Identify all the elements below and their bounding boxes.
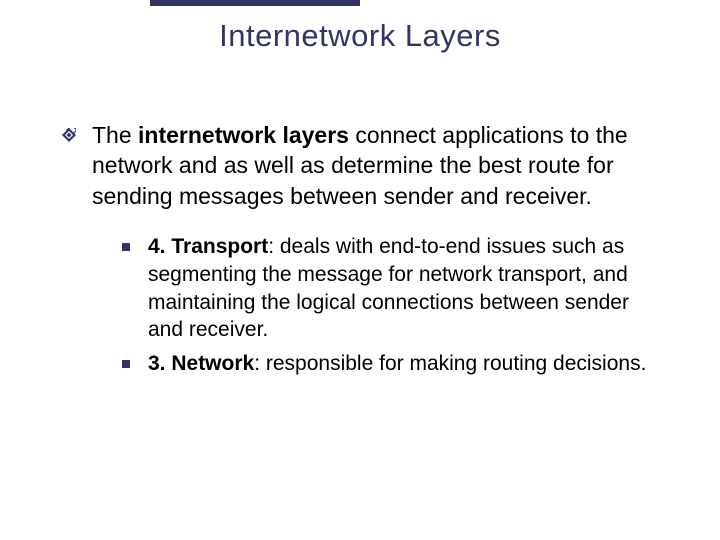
sub-bullet-item: 4. Transport: deals with end-to-end issu…	[122, 233, 662, 344]
diamond-bullet-icon	[62, 128, 76, 142]
sub-text-bold: 3. Network	[148, 352, 254, 375]
slide-title: Internetwork Layers	[0, 18, 720, 54]
main-bullet-text: The internetwork layers connect applicat…	[92, 120, 662, 211]
sub-text-suffix: : responsible for making routing decisio…	[254, 352, 646, 375]
square-bullet-icon	[122, 243, 130, 251]
main-text-prefix: The	[92, 122, 138, 148]
sub-bullet-text: 4. Transport: deals with end-to-end issu…	[148, 233, 662, 344]
sub-bullet-text: 3. Network: responsible for making routi…	[148, 350, 646, 378]
header-accent-bar	[150, 0, 360, 6]
square-bullet-icon	[122, 360, 130, 368]
content-area: The internetwork layers connect applicat…	[62, 120, 662, 384]
main-bullet-item: The internetwork layers connect applicat…	[62, 120, 662, 211]
main-text-bold: internetwork layers	[138, 122, 349, 148]
sub-text-bold: 4. Transport	[148, 235, 268, 258]
sub-bullet-item: 3. Network: responsible for making routi…	[122, 350, 662, 378]
sub-bullet-list: 4. Transport: deals with end-to-end issu…	[122, 233, 662, 378]
